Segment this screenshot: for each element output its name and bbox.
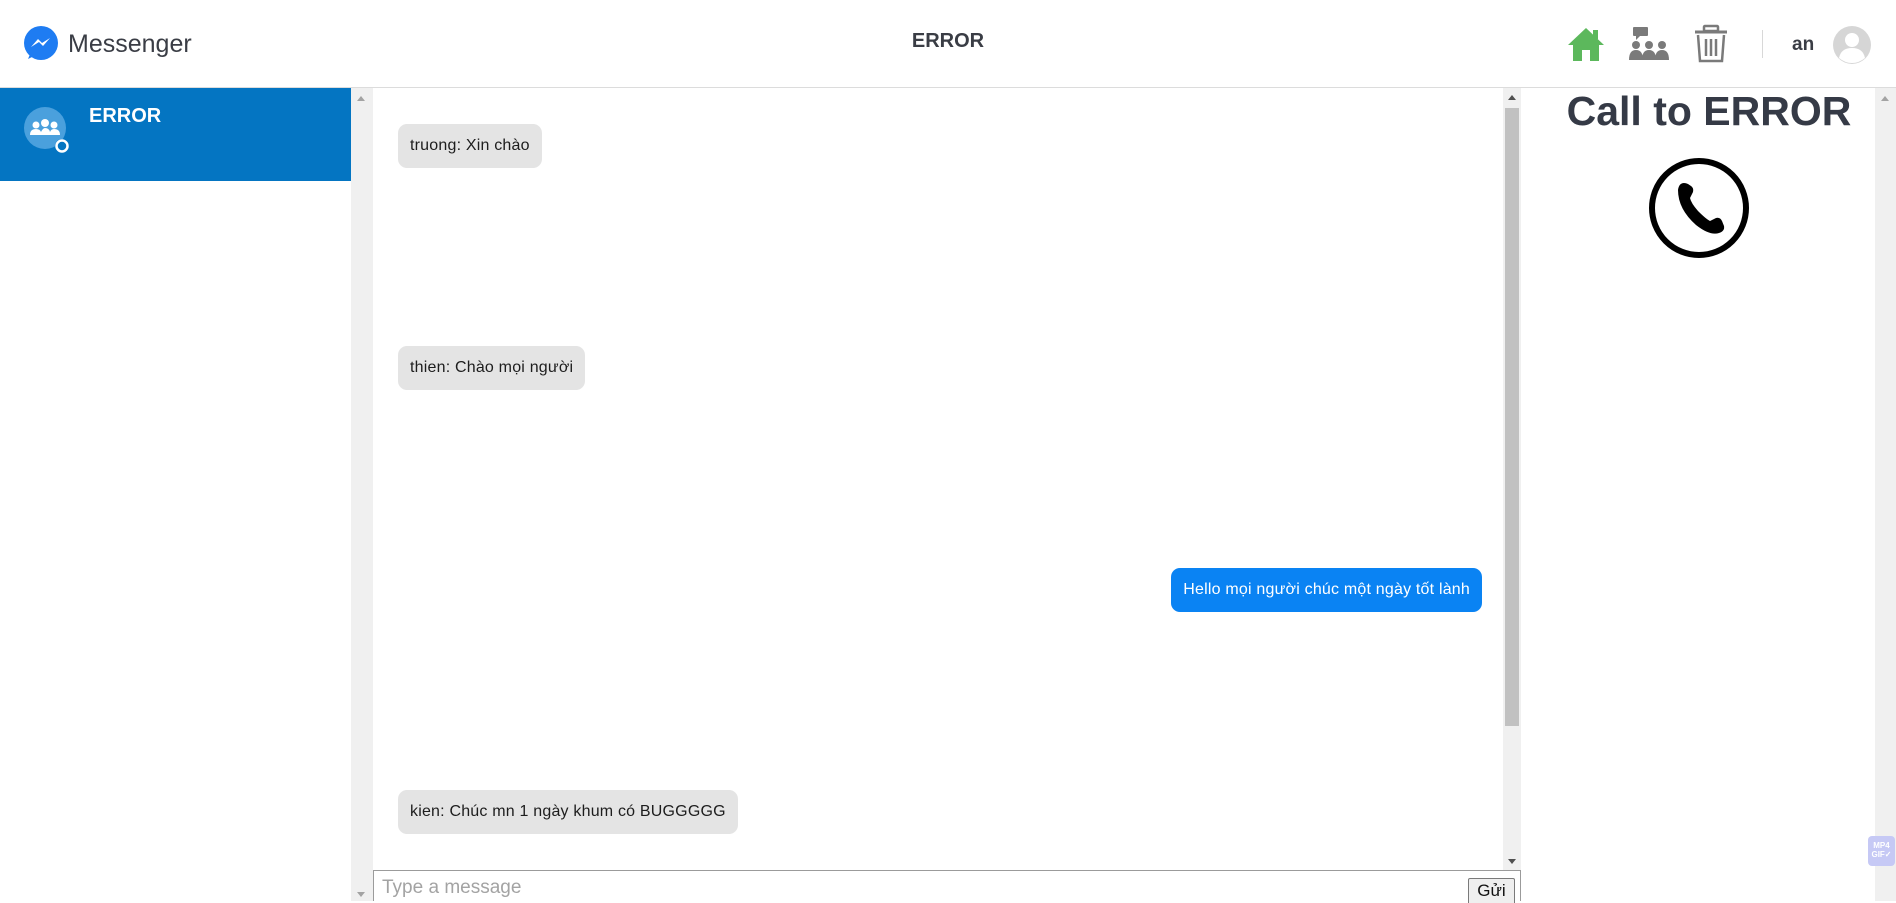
extension-badge-line2: GIF✓ (1871, 850, 1892, 859)
message-list: truong: Xin chào thien: Chào mọi người H… (373, 88, 1503, 870)
conversation-name: ERROR (89, 105, 162, 127)
conversation-item-error[interactable]: ERROR (0, 88, 351, 181)
scroll-down-arrow-icon[interactable] (1508, 859, 1516, 864)
call-title: Call to ERROR (1566, 88, 1852, 134)
brand-name: Messenger (68, 29, 192, 58)
brand[interactable]: Messenger (22, 25, 192, 63)
group-chat-icon[interactable] (1628, 24, 1670, 64)
page-scrollbar[interactable] (1875, 88, 1896, 901)
scroll-down-arrow-icon[interactable] (357, 892, 365, 897)
messenger-logo-icon (24, 26, 58, 60)
page-title: ERROR (911, 30, 985, 52)
scroll-up-arrow-icon[interactable] (357, 96, 365, 101)
conversation-sidebar: ERROR (0, 88, 351, 901)
message-bubble-incoming: truong: Xin chào (398, 124, 542, 168)
scroll-up-arrow-icon[interactable] (1881, 96, 1889, 101)
chat-scrollbar[interactable] (1503, 88, 1521, 870)
message-composer: Gửi (373, 870, 1521, 903)
scrollbar-thumb[interactable] (1505, 108, 1519, 726)
extension-badge[interactable]: MP4 GIF✓ (1868, 836, 1895, 866)
phone-icon[interactable] (1648, 157, 1750, 259)
group-icon (24, 107, 69, 153)
top-header: Messenger ERROR an (0, 0, 1896, 88)
scroll-up-arrow-icon[interactable] (1508, 95, 1516, 100)
username[interactable]: an (1792, 34, 1814, 56)
header-divider (1762, 30, 1763, 58)
call-panel: Call to ERROR (1521, 88, 1875, 901)
extension-badge-line1: MP4 (1873, 841, 1890, 850)
message-input[interactable] (382, 876, 1462, 900)
home-icon[interactable] (1565, 24, 1607, 64)
message-bubble-outgoing: Hello mọi người chúc một ngày tốt lành (1171, 568, 1482, 612)
user-avatar-icon[interactable] (1832, 25, 1872, 65)
message-bubble-incoming: kien: Chúc mn 1 ngày khum có BUGGGGG (398, 790, 738, 834)
trash-icon[interactable] (1690, 24, 1732, 64)
message-bubble-incoming: thien: Chào mọi người (398, 346, 586, 390)
sidebar-scrollbar[interactable] (351, 88, 373, 901)
send-button[interactable]: Gửi (1468, 878, 1515, 903)
